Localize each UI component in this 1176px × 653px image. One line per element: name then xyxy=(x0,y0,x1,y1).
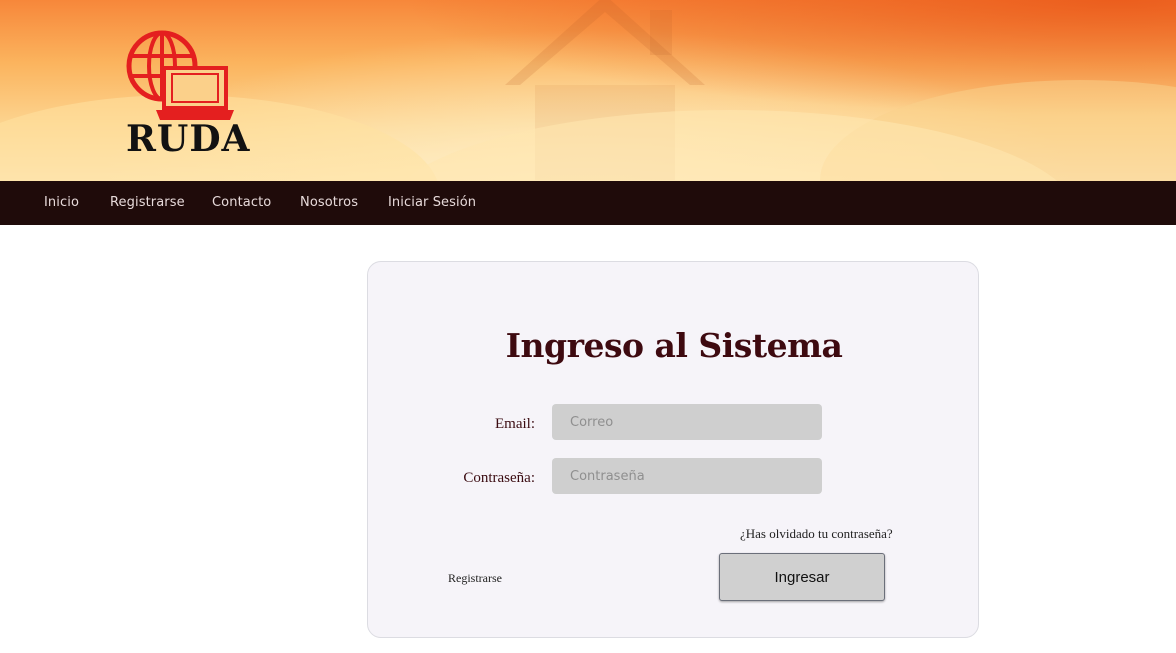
nav-item-nosotros[interactable]: Nosotros xyxy=(300,181,358,225)
email-field[interactable] xyxy=(552,404,822,440)
login-card: Ingreso al Sistema Email: Contraseña: ¿H… xyxy=(367,261,979,638)
globe-laptop-icon xyxy=(126,30,234,120)
nav-item-registrarse[interactable]: Registrarse xyxy=(110,181,185,225)
nav-item-contacto[interactable]: Contacto xyxy=(212,181,271,225)
main-nav: Inicio Registrarse Contacto Nosotros Ini… xyxy=(0,181,1176,225)
password-label: Contraseña: xyxy=(463,470,535,486)
nav-item-inicio[interactable]: Inicio xyxy=(44,181,79,225)
brand-name: RUDA xyxy=(126,118,251,160)
password-field[interactable] xyxy=(552,458,822,494)
forgot-password-link[interactable]: ¿Has olvidado tu contraseña? xyxy=(740,526,893,542)
register-link[interactable]: Registrarse xyxy=(448,571,502,586)
login-button[interactable]: Ingresar xyxy=(719,553,885,601)
header-banner: RUDA xyxy=(0,0,1176,181)
page-title: Ingreso al Sistema xyxy=(505,326,843,365)
email-label: Email: xyxy=(495,416,535,432)
nav-item-iniciar-sesion[interactable]: Iniciar Sesión xyxy=(388,181,476,225)
brand-logo[interactable]: RUDA xyxy=(126,30,251,160)
